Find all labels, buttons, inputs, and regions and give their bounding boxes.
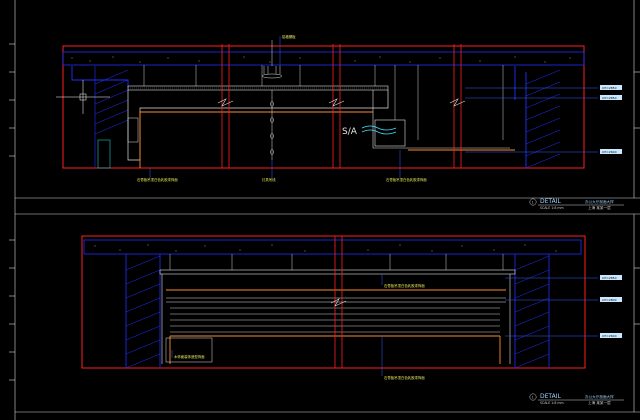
lower-hanger-rods bbox=[169, 254, 504, 270]
upper-bottom-label-2: 灯具吊线 bbox=[262, 177, 276, 182]
upper-bottom-label-1: 石膏板吊顶白色乳胶漆饰面 bbox=[137, 177, 178, 182]
upper-detail-number: 1 bbox=[532, 200, 534, 204]
upper-right-tags: CH=2850 CH=2850 CH=2600 bbox=[600, 85, 622, 154]
lower-subtitle: 上海 某某一层 bbox=[588, 400, 611, 405]
lower-wall-blue bbox=[125, 254, 550, 368]
upper-bottom-label-3: 石膏板吊顶白色乳胶漆饰面 bbox=[386, 177, 427, 182]
upper-scale: SCALE 1:8 mm bbox=[540, 206, 564, 210]
upper-tag-2: CH=2850 bbox=[602, 96, 617, 100]
lower-tag-1: CH=2850 bbox=[602, 276, 617, 280]
lower-slab bbox=[83, 239, 582, 255]
frame-tick-marks bbox=[9, 43, 640, 381]
upper-right-wall-hatch bbox=[525, 69, 561, 169]
lower-scale: SCALE 1:8 mm bbox=[540, 401, 564, 405]
lower-title-block: 1 DETAIL SCALE 1:8 mm 办公大厅剖面大样 上海 某某一层 bbox=[529, 393, 624, 405]
lower-tag-2: CH=2800 bbox=[602, 298, 617, 302]
lower-detail-number: 1 bbox=[532, 395, 534, 399]
upper-columns bbox=[221, 44, 462, 168]
cad-drawing-canvas: S/A 铝格栅板 石膏板吊顶白色乳胶漆饰面 灯具吊线 石膏板吊顶白色乳胶漆饰面 … bbox=[9, 0, 640, 420]
upper-section: S/A 铝格栅板 石膏板吊顶白色乳胶漆饰面 灯具吊线 石膏板吊顶白色乳胶漆饰面 … bbox=[56, 34, 624, 210]
upper-hanger-rods bbox=[143, 65, 504, 140]
lower-right-wall-hatch bbox=[514, 255, 550, 369]
upper-pendant-light bbox=[261, 40, 283, 160]
upper-subtitle: 上海 某某一层 bbox=[588, 205, 611, 210]
upper-tag-3: CH=2600 bbox=[602, 150, 617, 154]
lower-break-mark bbox=[330, 298, 347, 307]
upper-break-marks bbox=[217, 98, 466, 107]
upper-title-block: 1 DETAIL SCALE 1:8 mm 办公大厅剖面大样 上海 某某一层 bbox=[529, 198, 624, 210]
lower-tag-3: CH=2600 bbox=[602, 334, 617, 338]
upper-airflow-label: S/A bbox=[342, 127, 358, 137]
upper-title: 办公大厅剖面大样 bbox=[585, 199, 614, 204]
lower-leaders bbox=[171, 274, 383, 376]
lower-right-tags: CH=2850 CH=2800 CH=2600 bbox=[600, 275, 622, 338]
lower-right-leaders bbox=[505, 277, 598, 337]
upper-slab-hatch bbox=[71, 56, 571, 63]
lower-detail-word: DETAIL bbox=[540, 393, 561, 400]
upper-cursor-crosshair bbox=[56, 80, 110, 114]
lower-ceiling-board bbox=[159, 269, 516, 275]
upper-detail-word: DETAIL bbox=[540, 198, 561, 205]
lower-slab-hatch bbox=[94, 244, 557, 252]
upper-right-leaders bbox=[465, 87, 598, 153]
upper-finish-line bbox=[139, 111, 515, 168]
lower-section: 石膏板吊顶白色乳胶漆饰面 木饰面装饰造型饰面 石膏板吊顶白色乳胶漆饰面 CH=2… bbox=[81, 235, 624, 405]
lower-left-wall-hatch bbox=[125, 255, 161, 369]
lower-top-label: 石膏板吊顶白色乳胶漆饰面 bbox=[384, 283, 425, 288]
upper-bottom-leaders bbox=[149, 150, 401, 178]
lower-mid-label: 木饰面装饰造型饰面 bbox=[174, 354, 205, 359]
lower-bottom-label: 石膏板吊顶白色乳胶漆饰面 bbox=[384, 375, 425, 380]
lower-finish-line bbox=[166, 289, 506, 364]
upper-drop-frame bbox=[127, 90, 389, 161]
upper-slab bbox=[62, 51, 585, 66]
upper-airflow-arrow bbox=[361, 125, 397, 131]
lower-cabinet-frame bbox=[161, 274, 511, 364]
upper-top-label: 铝格栅板 bbox=[282, 34, 296, 39]
lower-title: 办公大厅剖面大样 bbox=[585, 394, 614, 399]
sheet-frame bbox=[14, 0, 640, 420]
upper-tag-1: CH=2850 bbox=[602, 86, 617, 90]
